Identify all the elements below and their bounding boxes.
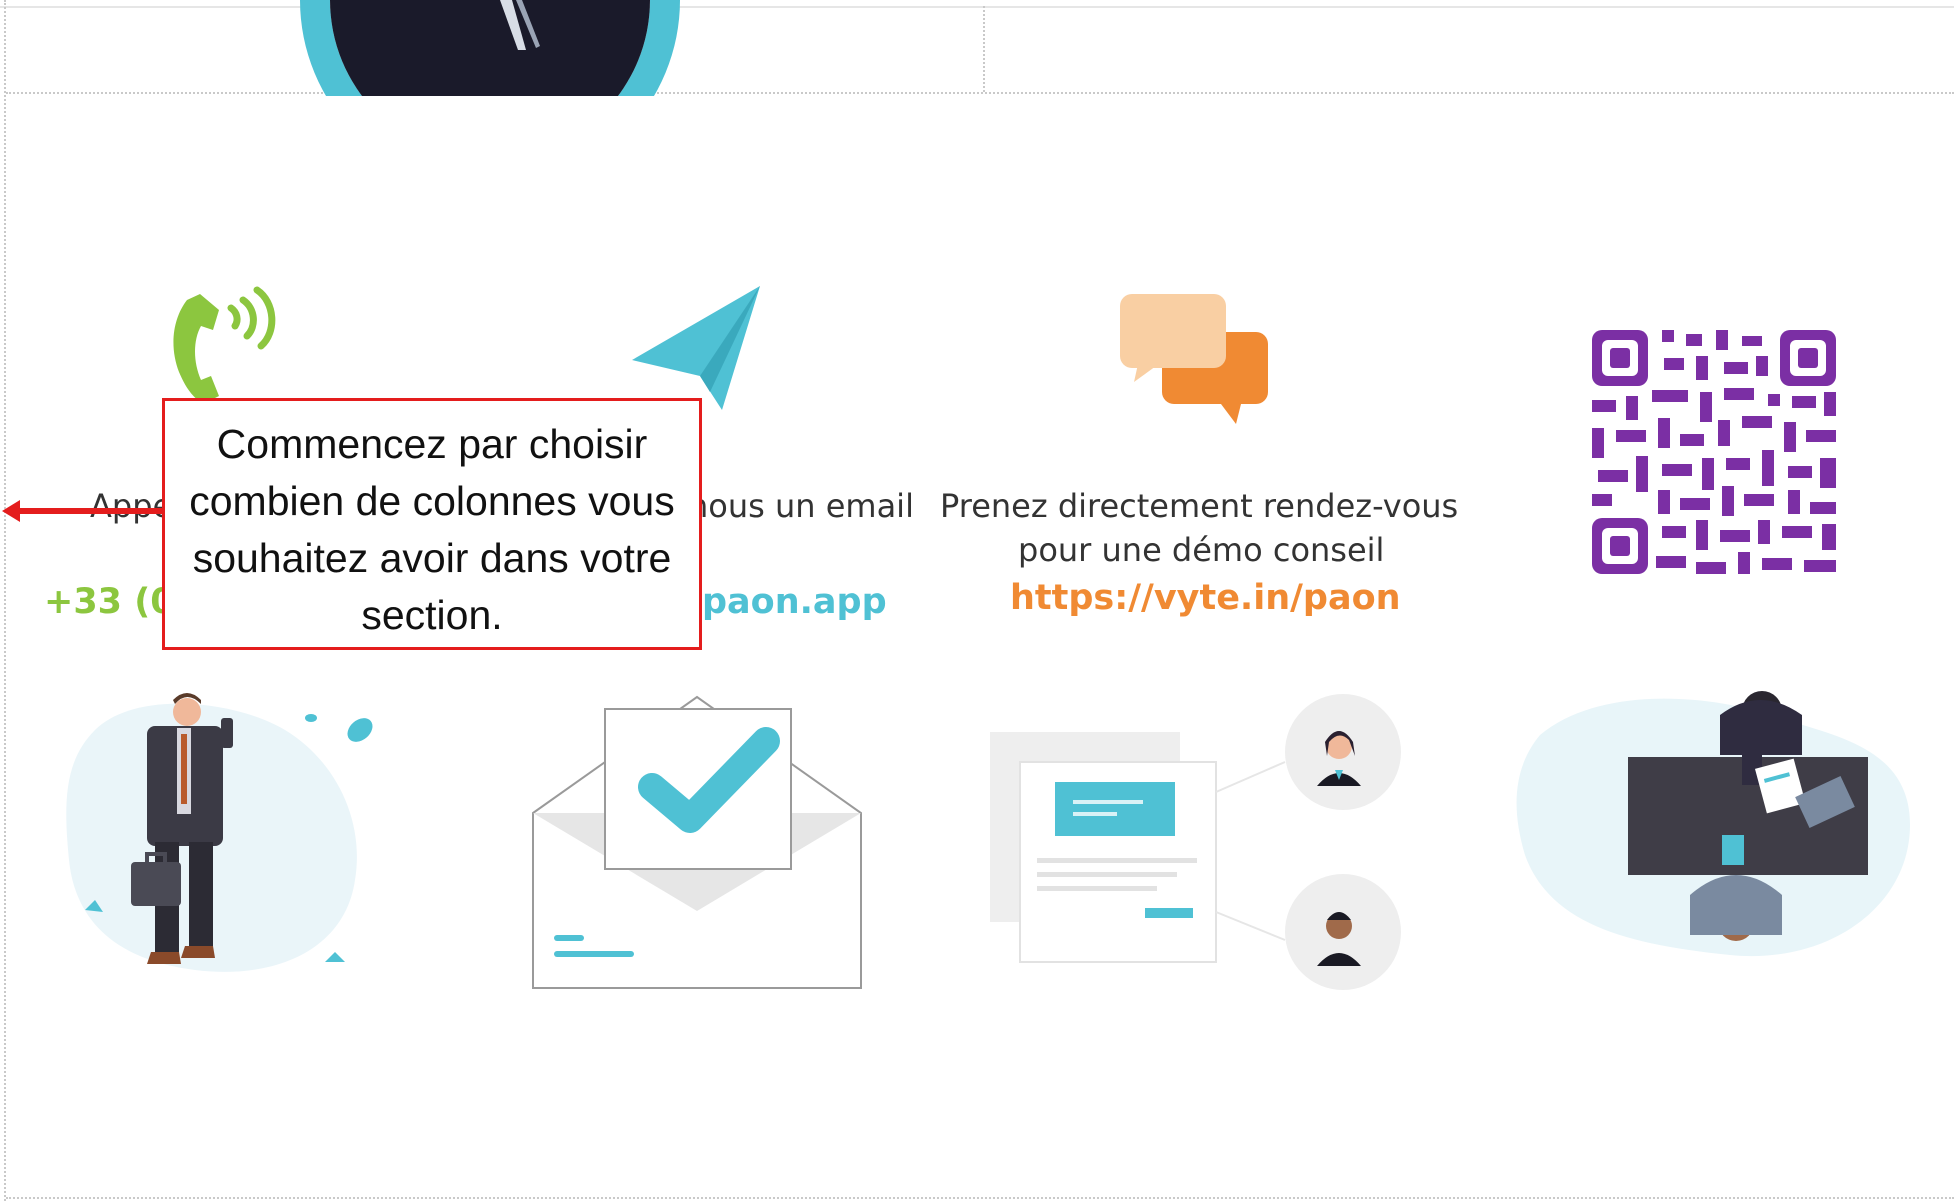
profile-avatar[interactable] bbox=[290, 0, 690, 96]
meeting-illustration bbox=[1516, 691, 1910, 957]
callout-tooltip: Commencez par choisir combien de colonne… bbox=[162, 398, 702, 650]
qr-code[interactable] bbox=[1592, 330, 1836, 574]
consultation-illustration bbox=[990, 694, 1401, 990]
contact-email-link[interactable]: paon.app bbox=[702, 582, 887, 622]
contact-booking-subtext: pour une démo conseil bbox=[1018, 531, 1385, 569]
chat-bubbles-icon bbox=[1120, 294, 1268, 424]
editor-bottom-edge bbox=[6, 1197, 1954, 1199]
businessman-illustration bbox=[66, 693, 373, 972]
paper-plane-icon bbox=[632, 286, 760, 410]
contact-booking-link[interactable]: https://vyte.in/paon bbox=[1010, 578, 1401, 618]
editor-left-edge bbox=[4, 0, 6, 1201]
phone-icon bbox=[173, 286, 276, 404]
contact-booking-text: Prenez directement rendez-vous bbox=[940, 487, 1459, 525]
column-divider bbox=[983, 6, 985, 92]
callout-arrow bbox=[2, 500, 170, 522]
envelope-check-illustration bbox=[532, 695, 862, 989]
